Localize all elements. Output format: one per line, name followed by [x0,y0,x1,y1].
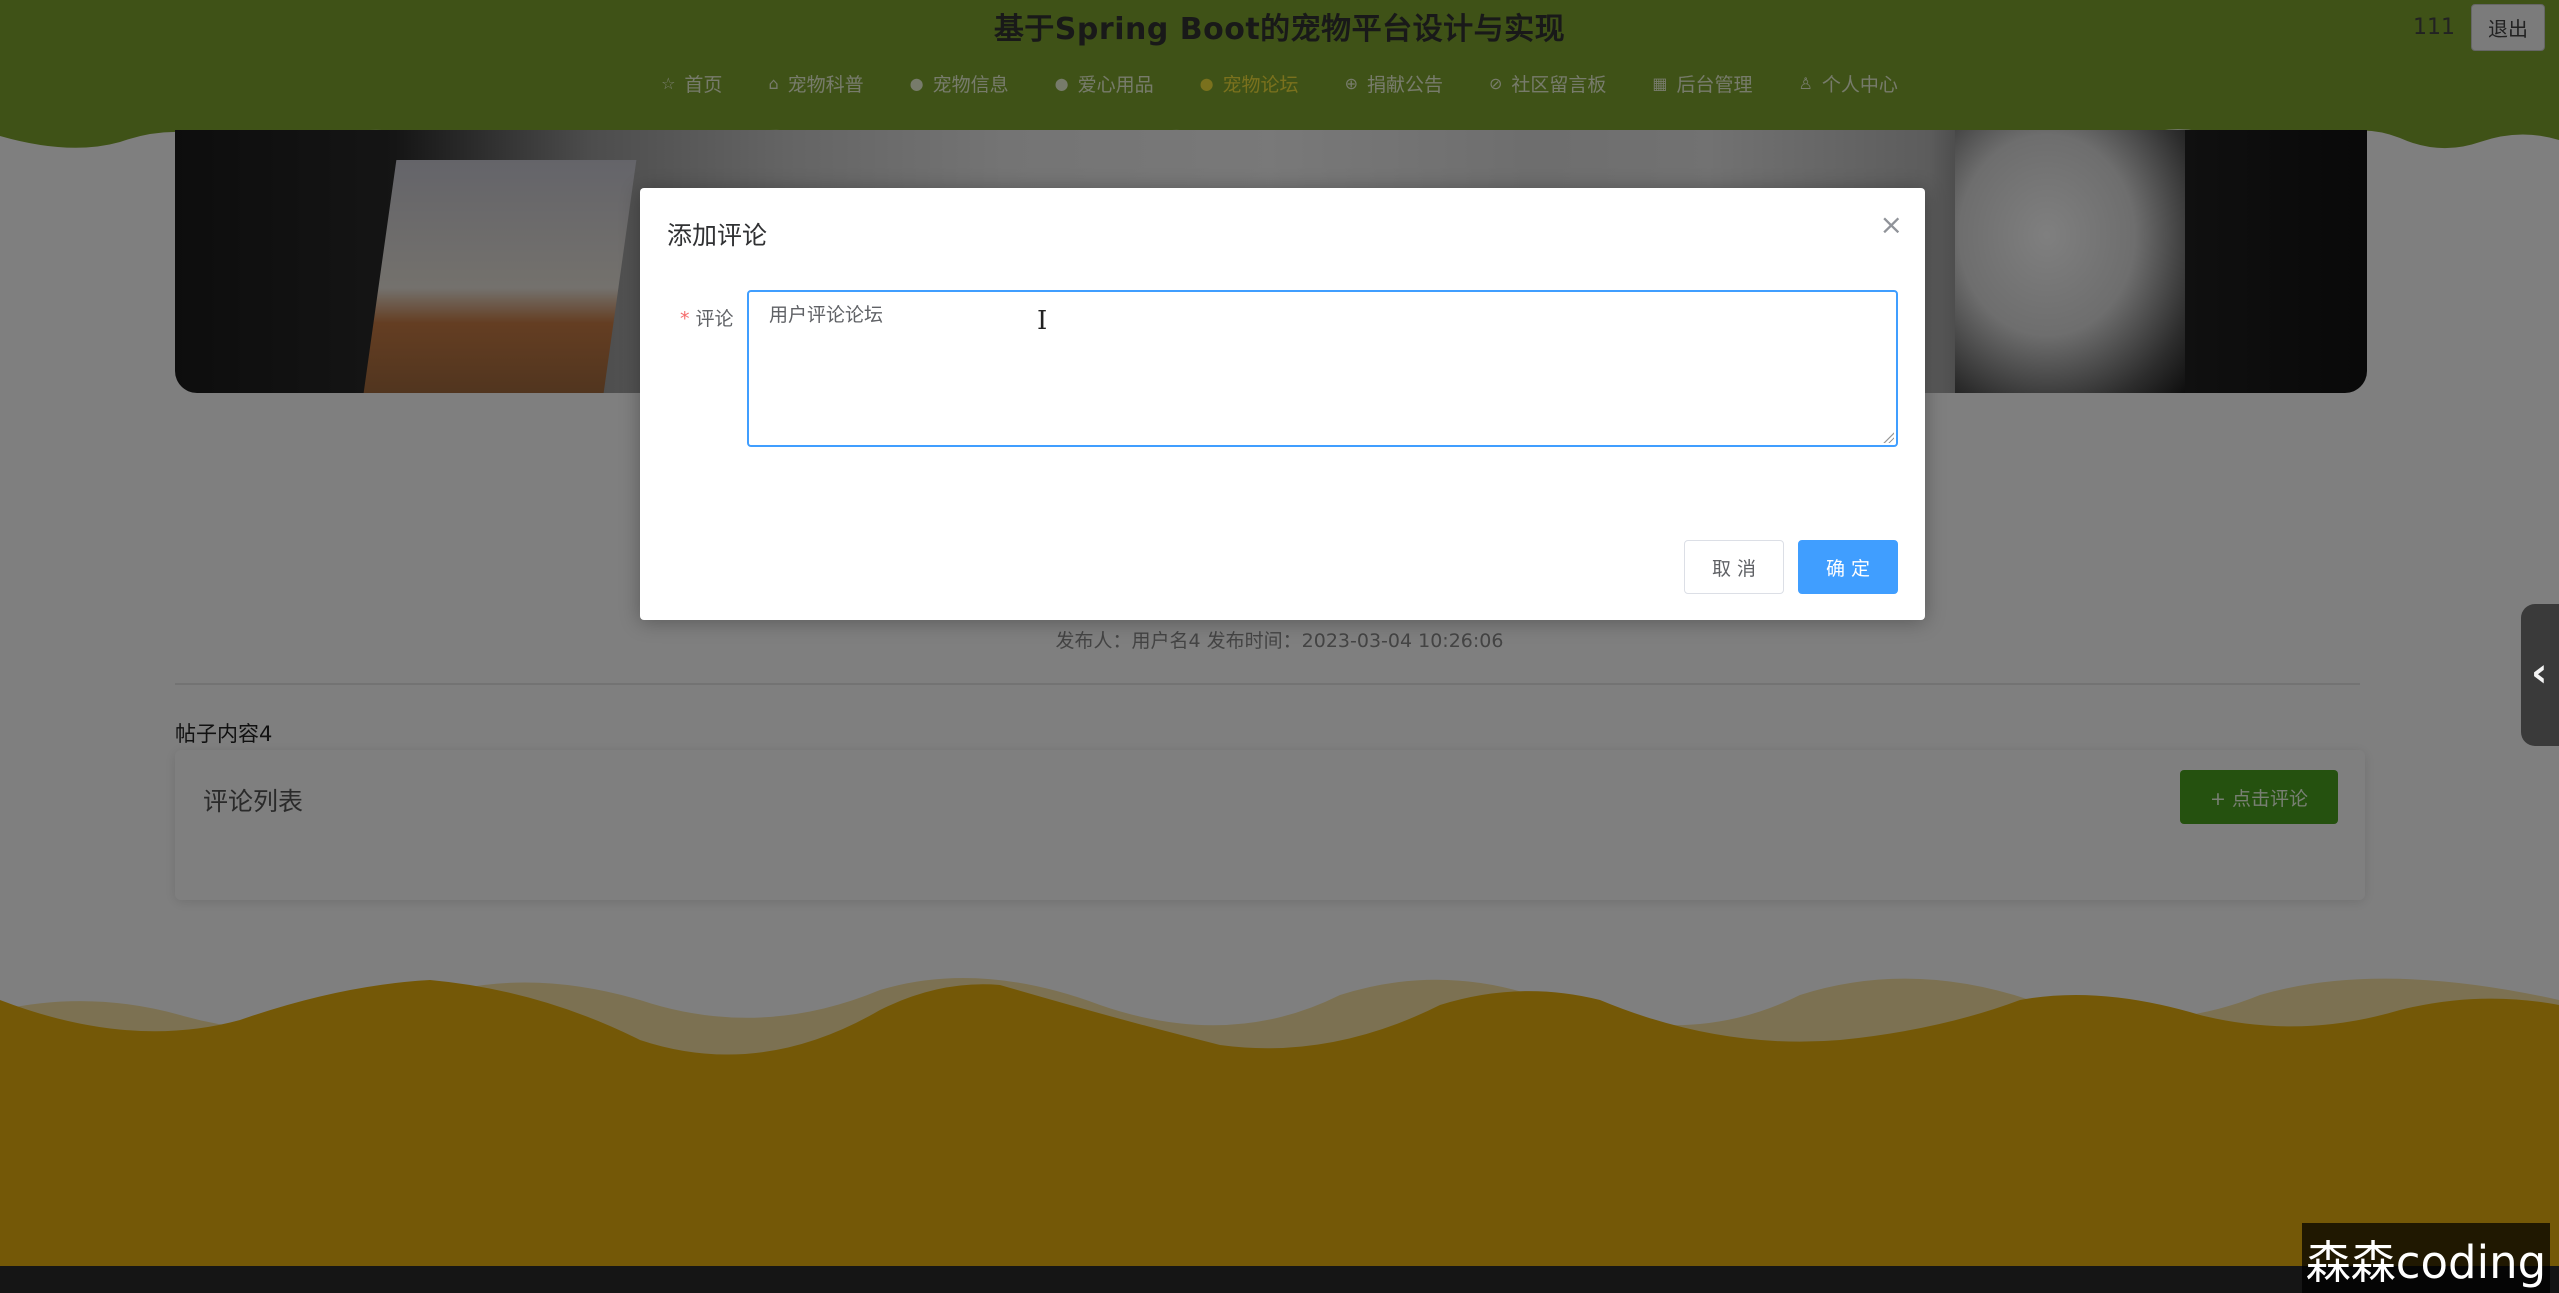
close-icon[interactable]: × [1880,208,1903,241]
watermark: 森森coding [2302,1223,2550,1293]
required-mark: * [680,308,690,330]
comment-textarea[interactable]: 用户评论论坛 I [747,290,1898,447]
cancel-button[interactable]: 取 消 [1684,540,1784,594]
comment-textarea-value: 用户评论论坛 [769,304,884,326]
confirm-button[interactable]: 确 定 [1798,540,1898,594]
comment-field-label-text: 评论 [695,308,734,330]
side-drawer-toggle[interactable]: ‹ [2521,604,2559,746]
dialog-title: 添加评论 [667,221,768,250]
resize-handle-icon[interactable] [1882,431,1894,443]
comment-field-label: * 评论 [680,304,734,331]
dialog-footer: 取 消 确 定 [1684,540,1898,594]
text-cursor-icon: I [1037,306,1048,336]
add-comment-dialog: 添加评论 × * 评论 用户评论论坛 I 取 消 确 定 [640,188,1925,620]
chevron-left-icon: ‹ [2531,650,2548,696]
